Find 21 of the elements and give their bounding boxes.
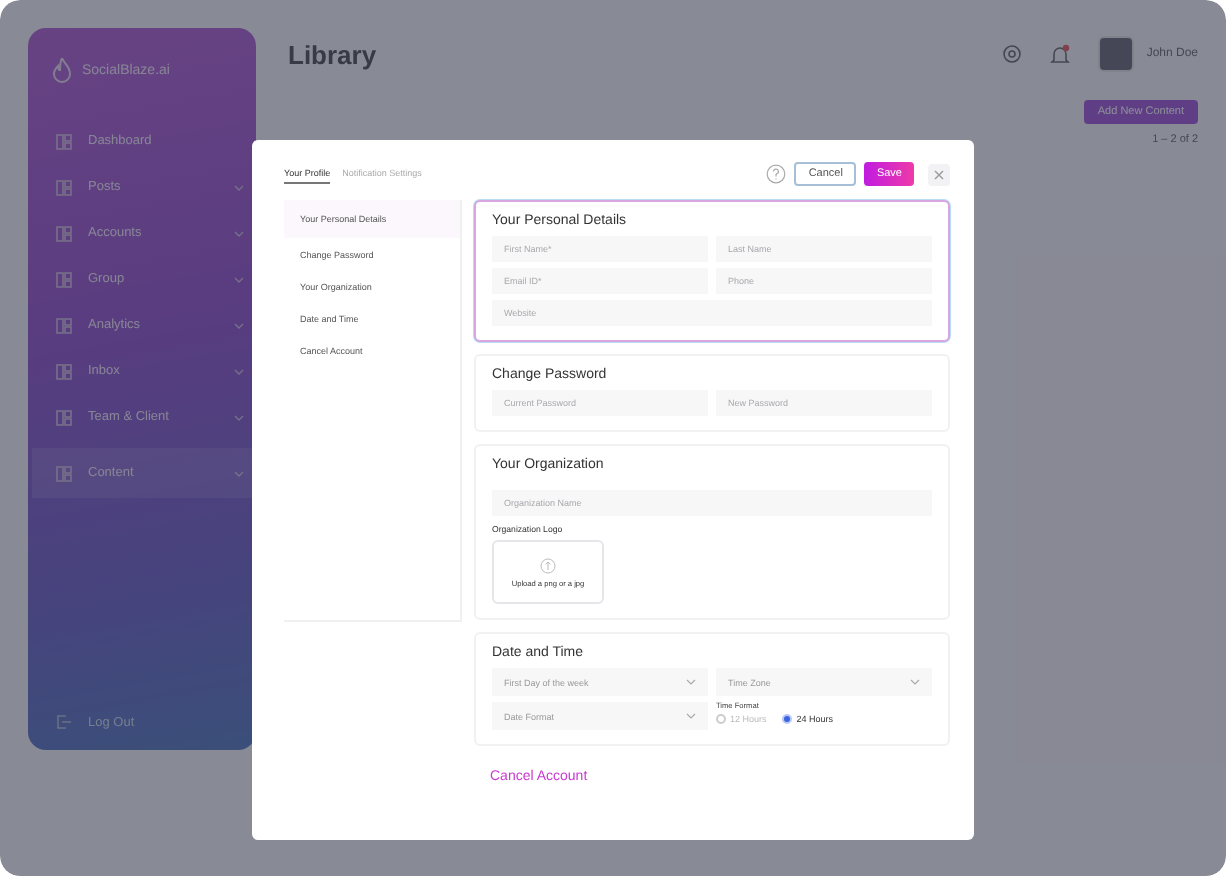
grid-icon (56, 225, 72, 241)
grid-icon (56, 271, 72, 287)
grid-icon (56, 363, 72, 379)
chevron-icon (686, 678, 696, 686)
page-title: Library (288, 39, 377, 69)
upload-icon (540, 557, 556, 573)
close-button[interactable] (928, 163, 950, 185)
logout-icon (56, 714, 72, 730)
bell-icon[interactable] (1050, 43, 1071, 65)
grid-icon (56, 465, 72, 481)
grid-icon (56, 179, 72, 195)
help-icon[interactable] (766, 164, 787, 184)
grid-icon (56, 409, 72, 425)
settings-icon[interactable] (1002, 44, 1023, 64)
close-icon (934, 169, 944, 179)
avatar[interactable] (1098, 36, 1135, 72)
chevron-icon (686, 712, 696, 720)
flame-icon (52, 57, 72, 83)
grid-icon (56, 133, 72, 149)
chevron-icon (910, 678, 920, 686)
grid-icon (56, 317, 72, 333)
